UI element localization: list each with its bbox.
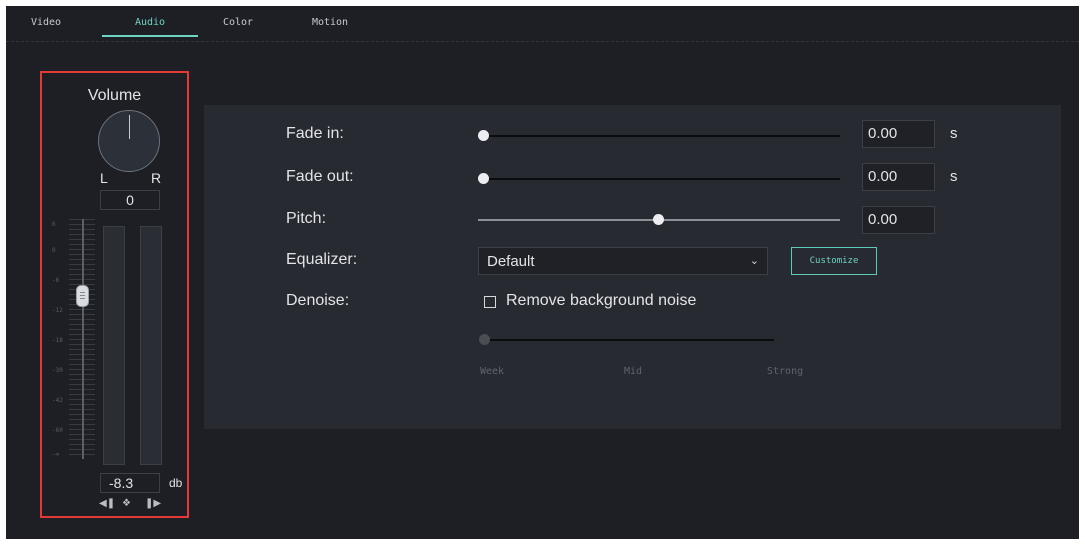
volume-title: Volume xyxy=(87,87,142,104)
tab-color[interactable]: Color xyxy=(216,17,260,37)
pan-knob[interactable] xyxy=(98,110,160,172)
active-tab-indicator xyxy=(102,35,198,37)
audio-editor-window: Video Audio Color Motion Volume L R 0 6 … xyxy=(6,6,1079,539)
keyframe-icon[interactable]: ❖ xyxy=(122,498,131,509)
db-scale-tick: -18 xyxy=(52,337,63,344)
volume-panel: Volume L R 0 6 0 -6 -12 -18 -30 -42 -60 … xyxy=(40,71,189,518)
pan-knob-indicator xyxy=(129,115,130,139)
volume-slider-track[interactable] xyxy=(82,219,84,459)
db-scale-tick: -∞ xyxy=(52,451,60,458)
strength-label-strong: Strong xyxy=(767,366,804,377)
fade-in-slider-thumb[interactable] xyxy=(478,130,489,141)
equalizer-label: Equalizer: xyxy=(286,251,358,268)
audio-settings-panel: Fade in: 0.00 s Fade out: 0.00 s Pitch: … xyxy=(204,105,1061,429)
strength-label-mid: Mid xyxy=(624,366,643,377)
volume-value-field[interactable]: -8.3 xyxy=(100,473,160,493)
left-level-meter xyxy=(103,226,125,465)
denoise-checkbox-label[interactable]: Remove background noise xyxy=(506,292,696,310)
db-scale-tick: -12 xyxy=(52,307,63,314)
volume-unit-label: db xyxy=(169,476,183,490)
tab-bar: Video Audio Color Motion xyxy=(6,6,1079,42)
db-scale-tick: 0 xyxy=(52,247,56,254)
tab-audio[interactable]: Audio xyxy=(102,17,198,37)
tab-motion[interactable]: Motion xyxy=(306,17,354,37)
db-scale-tick: -60 xyxy=(52,427,63,434)
fade-in-value-field[interactable]: 0.00 xyxy=(862,120,935,148)
next-keyframe-icon[interactable]: ❚▶ xyxy=(145,498,161,509)
db-scale-tick: 6 xyxy=(52,221,56,228)
right-level-meter xyxy=(140,226,162,465)
fade-in-label: Fade in: xyxy=(286,125,344,142)
equalizer-selected-value: Default xyxy=(487,253,535,270)
chevron-down-icon: ⌄ xyxy=(749,255,759,267)
denoise-checkbox[interactable] xyxy=(484,296,496,308)
tab-video[interactable]: Video xyxy=(28,17,64,37)
fade-in-slider-track[interactable] xyxy=(484,135,840,137)
db-scale-tick: -30 xyxy=(52,367,63,374)
denoise-strength-slider-track[interactable] xyxy=(484,339,774,341)
pitch-value-field[interactable]: 0.00 xyxy=(862,206,935,234)
fade-in-unit: s xyxy=(950,125,958,142)
pitch-slider-thumb[interactable] xyxy=(653,214,664,225)
denoise-label: Denoise: xyxy=(286,292,350,309)
pan-value-field[interactable]: 0 xyxy=(100,190,160,210)
pan-right-label: R xyxy=(151,170,162,186)
denoise-strength-slider-thumb[interactable] xyxy=(479,334,490,345)
db-scale-tick: -42 xyxy=(52,397,63,404)
prev-keyframe-icon[interactable]: ◀❚ xyxy=(99,498,115,509)
strength-label-weak: Week xyxy=(480,366,505,377)
volume-slider-thumb[interactable] xyxy=(76,285,89,307)
pan-left-label: L xyxy=(100,170,108,186)
fade-out-slider-track[interactable] xyxy=(484,178,840,180)
customize-button[interactable]: Customize xyxy=(791,247,877,275)
fade-out-label: Fade out: xyxy=(286,168,354,185)
fade-out-unit: s xyxy=(950,168,958,185)
pitch-label: Pitch: xyxy=(286,210,327,227)
fade-out-value-field[interactable]: 0.00 xyxy=(862,163,935,191)
db-scale-tick: -6 xyxy=(52,277,60,284)
equalizer-dropdown[interactable]: Default ⌄ xyxy=(478,247,768,275)
fade-out-slider-thumb[interactable] xyxy=(478,173,489,184)
